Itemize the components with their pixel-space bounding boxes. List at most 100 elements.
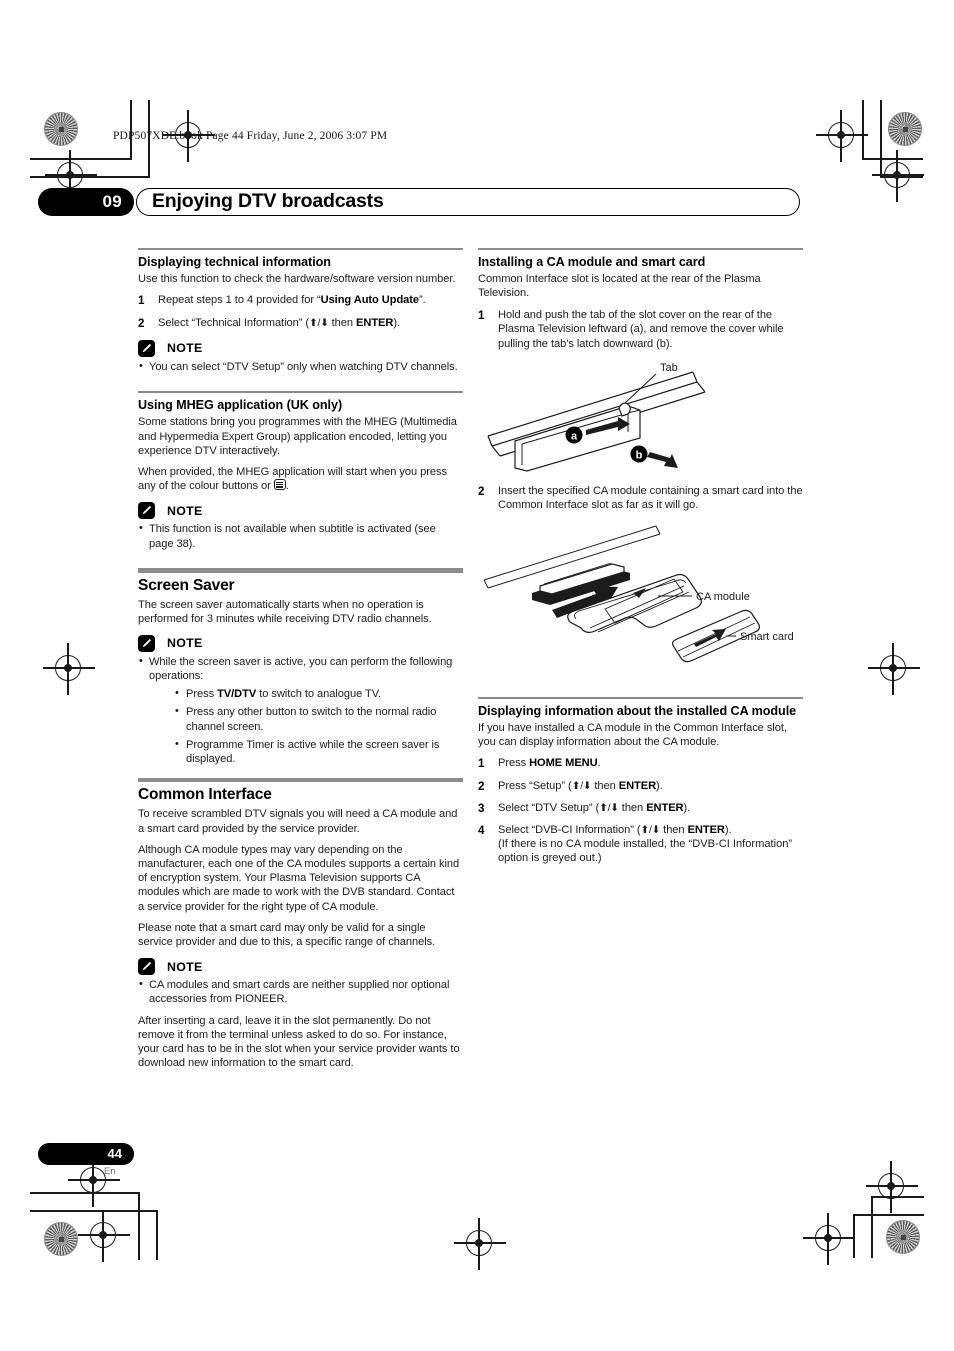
- registration-mark-left-lower: [68, 1155, 120, 1207]
- pencil-note-icon: [138, 958, 155, 976]
- ci-paragraph-4: After inserting a card, leave it in the …: [138, 1014, 460, 1070]
- crop-line: [880, 100, 882, 178]
- arrow-keys-icon: ⬆/⬇: [640, 823, 661, 836]
- note-label: NOTE: [167, 636, 203, 651]
- note-header: NOTE: [138, 502, 463, 520]
- section-divider-major: [138, 568, 463, 573]
- heading-displaying-ca-module-info: Displaying information about the install…: [478, 703, 797, 718]
- chapter-number-badge: 09: [38, 188, 134, 216]
- note-bullet-list: You can select “DTV Setup” only when wat…: [138, 359, 463, 374]
- file-stamp: PDP507XDE.book Page 44 Friday, June 2, 2…: [113, 130, 388, 142]
- section-divider: [138, 391, 463, 394]
- step-text: Press “Setup” (⬆/⬇ then ENTER).: [498, 779, 803, 794]
- step-number: 1: [478, 757, 485, 771]
- step-text: Repeat steps 1 to 4 provided for “Using …: [158, 293, 463, 308]
- step-text-bold: HOME MENU: [529, 757, 598, 770]
- step-number: 1: [478, 308, 485, 322]
- colour-buttons-menu-icon: [273, 479, 286, 491]
- step-4-note: (If there is no CA module installed, the…: [498, 837, 793, 865]
- right-column: Installing a CA module and smart card Co…: [478, 248, 803, 873]
- note-label: NOTE: [167, 503, 203, 518]
- step-text-before: Select “Technical Information” (: [158, 316, 309, 329]
- crop-line: [863, 158, 923, 160]
- crop-line: [30, 176, 149, 178]
- print-control-dot-top-left: [44, 112, 78, 146]
- step-text-after: ).: [683, 801, 691, 814]
- step-item: 2 Select “Technical Information” (⬆/⬇ th…: [138, 316, 463, 331]
- pencil-note-icon: [138, 502, 155, 520]
- step-number: 1: [138, 294, 145, 308]
- note-header: NOTE: [138, 339, 463, 357]
- note-bullet: CA modules and smart cards are neither s…: [138, 977, 463, 1007]
- mheg-paragraph-1: Some stations bring you programmes with …: [138, 416, 457, 457]
- note-bullet-list: This function is not available when subt…: [138, 521, 463, 551]
- note-bullet-list: CA modules and smart cards are neither s…: [138, 977, 463, 1007]
- ci-paragraph-2: Although CA module types may vary depend…: [138, 843, 460, 913]
- step-number: 4: [478, 823, 485, 837]
- step-item: 2 Insert the specified CA module contain…: [478, 484, 803, 513]
- step-text: Hold and push the tab of the slot cover …: [498, 308, 784, 350]
- note-label: NOTE: [167, 959, 203, 974]
- crop-line: [156, 1210, 158, 1260]
- registration-mark-bottom-left: [78, 1210, 130, 1262]
- step-text: Press HOME MENU.: [498, 756, 803, 771]
- arrow-keys-icon: ⬆/⬇: [309, 316, 329, 329]
- page-title: Enjoying DTV broadcasts: [152, 190, 384, 212]
- step-number: 2: [478, 779, 485, 793]
- mheg-paragraph-2-end: .: [285, 480, 289, 493]
- heading-common-interface: Common Interface: [138, 786, 272, 804]
- section-divider: [138, 248, 463, 251]
- figure-label-ca-module: CA module: [696, 591, 750, 603]
- step-item: 3 Select “DTV Setup” (⬆/⬇ then ENTER).: [478, 801, 803, 816]
- step-item: 1 Hold and push the tab of the slot cove…: [478, 308, 803, 351]
- note-sub-bullet: Programme Timer is active while the scre…: [175, 737, 463, 767]
- step-text-after: .: [597, 757, 601, 770]
- step-text-bold: ENTER: [618, 779, 657, 792]
- heading-using-mheg-application: Using MHEG application (UK only): [138, 398, 343, 413]
- screen-saver-intro: The screen saver automatically starts wh…: [138, 598, 432, 625]
- step-item: 2 Press “Setup” (⬆/⬇ then ENTER).: [478, 779, 803, 794]
- step-text-bold: ENTER: [646, 801, 684, 814]
- step-text-after: ”.: [419, 294, 426, 307]
- registration-mark-bottom-right: [803, 1213, 855, 1265]
- page-number-badge: 44: [38, 1143, 134, 1165]
- crop-line: [862, 100, 864, 160]
- svg-text:a: a: [571, 430, 578, 442]
- crop-line: [30, 1192, 140, 1194]
- registration-mark-top-right: [816, 110, 868, 162]
- registration-mark-bottom-center: [454, 1218, 506, 1270]
- heading-screen-saver: Screen Saver: [138, 576, 235, 594]
- ci-paragraph-3: Please note that a smart card may only b…: [138, 921, 436, 948]
- print-control-dot-top-right: [888, 112, 922, 146]
- note-sub-bullet-list: Press TV/DTV to switch to analogue TV. P…: [149, 686, 463, 767]
- section-divider: [478, 696, 803, 699]
- pencil-note-icon: [138, 339, 155, 357]
- print-control-dot-bottom-left: [44, 1222, 78, 1256]
- figure-slot-cover-removal: a b Tab: [478, 358, 803, 476]
- step-text-mid: then: [618, 801, 647, 814]
- heading-installing-ca-module: Installing a CA module and smart card: [478, 255, 706, 270]
- step-text: Select “Technical Information” (⬆/⬇ then…: [158, 316, 463, 331]
- ca-info-intro: If you have installed a CA module in the…: [478, 722, 787, 749]
- section-divider: [478, 248, 803, 251]
- crop-line: [138, 1192, 140, 1260]
- crop-line: [853, 1214, 855, 1258]
- mheg-paragraph-2-text: When provided, the MHEG application will…: [138, 465, 447, 493]
- ci-paragraph-1: To receive scrambled DTV signals you wil…: [138, 808, 458, 835]
- installing-intro: Common Interface slot is located at the …: [478, 273, 761, 300]
- step-text-before: Select “DVB-CI Information” (: [498, 823, 641, 836]
- page-language-code: En: [104, 1166, 116, 1177]
- step-text-before: Select “DTV Setup” (: [498, 801, 600, 814]
- sub-bullet-after: to switch to analogue TV.: [256, 687, 382, 700]
- step-text-before: Press “Setup” (: [498, 779, 572, 792]
- crop-line: [871, 1196, 873, 1258]
- step-text-after: ).: [724, 823, 732, 836]
- figure-ca-module-insertion: CA module Smart card: [478, 520, 803, 685]
- step-number: 2: [478, 484, 485, 498]
- step-text-before: Press: [498, 757, 530, 770]
- note-bullet: While the screen saver is active, you ca…: [138, 654, 463, 767]
- arrow-keys-icon: ⬆/⬇: [571, 779, 592, 792]
- svg-text:b: b: [636, 449, 643, 461]
- step-item: 4 Select “DVB-CI Information” (⬆/⬇ then …: [478, 823, 803, 838]
- step-item: 1 Repeat steps 1 to 4 provided for “Usin…: [138, 293, 463, 308]
